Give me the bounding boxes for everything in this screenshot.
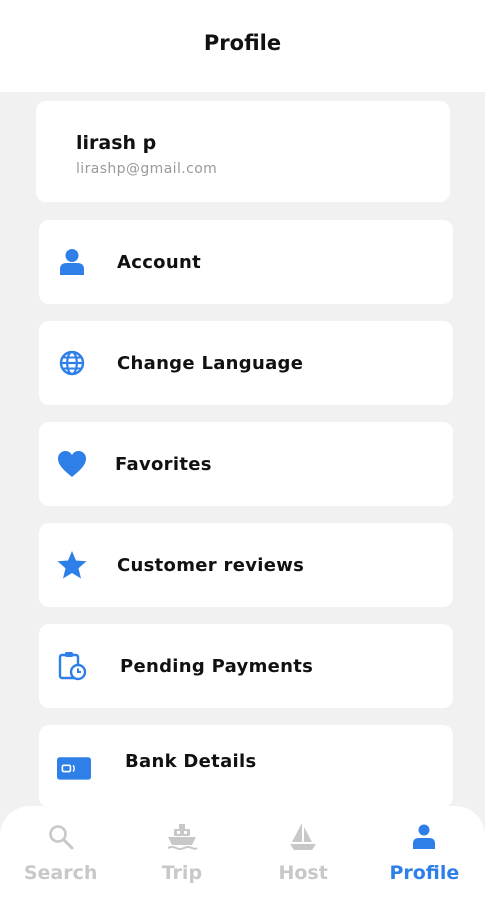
heart-icon (55, 447, 89, 481)
menu-item-pending-payments[interactable]: Pending Payments (39, 624, 453, 708)
menu-item-bank-details[interactable]: Bank Details (39, 725, 453, 807)
user-email: lirashp@gmail.com (76, 161, 218, 177)
tab-label-profile: Profile (389, 862, 460, 884)
header: Profile (0, 0, 485, 92)
star-icon (55, 548, 89, 582)
menu-label-change-language: Change Language (117, 352, 304, 374)
tab-search[interactable]: Search (0, 806, 121, 900)
menu-item-customer-reviews[interactable]: Customer reviews (39, 523, 453, 607)
ship-icon (165, 820, 199, 854)
tab-host[interactable]: Host (243, 806, 364, 900)
tab-label-trip: Trip (161, 862, 203, 884)
person-icon (55, 245, 89, 279)
menu-label-pending-payments: Pending Payments (120, 655, 314, 677)
person-icon (407, 820, 441, 854)
user-card[interactable]: lirash p lirashp@gmail.com (36, 101, 450, 202)
menu-label-account: Account (117, 251, 201, 273)
card-icon (57, 751, 91, 785)
page-title: Profile (203, 31, 282, 55)
globe-icon (55, 346, 89, 380)
menu-item-account[interactable]: Account (39, 220, 453, 304)
menu-item-change-language[interactable]: Change Language (39, 321, 453, 405)
profile-screen: Profile lirash p lirashp@gmail.com Accou… (0, 0, 485, 900)
sailboat-icon (286, 820, 320, 854)
user-name: lirash p (76, 132, 157, 154)
menu-label-favorites: Favorites (115, 453, 212, 475)
tab-label-search: Search (23, 862, 98, 884)
tab-label-host: Host (278, 862, 328, 884)
search-icon (44, 820, 78, 854)
menu-item-favorites[interactable]: Favorites (39, 422, 453, 506)
clipboard-clock-icon (55, 649, 89, 683)
menu-label-bank-details: Bank Details (125, 751, 257, 772)
menu-label-customer-reviews: Customer reviews (117, 554, 305, 576)
tab-profile[interactable]: Profile (364, 806, 485, 900)
bottom-tab-bar: Search Trip Host Profile (0, 806, 485, 900)
tab-trip[interactable]: Trip (121, 806, 242, 900)
